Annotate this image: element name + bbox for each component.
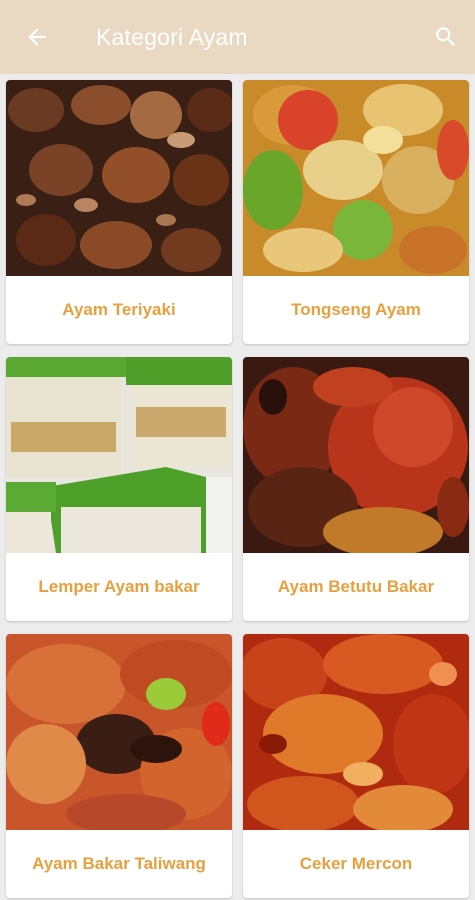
search-button[interactable] <box>409 0 475 74</box>
recipe-grid: Ayam Teriyaki Tongseng Ayam Lemper Ayam … <box>6 80 469 898</box>
recipe-image <box>6 634 232 830</box>
recipe-card[interactable]: Lemper Ayam bakar <box>6 357 232 621</box>
recipe-card[interactable]: Ayam Teriyaki <box>6 80 232 344</box>
recipe-image <box>6 357 232 553</box>
recipe-title: Ayam Betutu Bakar <box>277 577 435 596</box>
recipe-title: Ceker Mercon <box>299 854 413 873</box>
recipe-card[interactable]: Ceker Mercon <box>243 634 469 898</box>
recipe-card[interactable]: Ayam Betutu Bakar <box>243 357 469 621</box>
recipe-title: Tongseng Ayam <box>291 300 421 319</box>
recipe-image <box>243 357 469 553</box>
recipe-title: Ayam Bakar Taliwang <box>32 854 206 873</box>
recipe-image <box>6 80 232 276</box>
recipe-title: Ayam Teriyaki <box>62 300 176 319</box>
arrow-left-icon <box>28 28 46 46</box>
recipe-image <box>243 80 469 276</box>
recipe-image <box>243 634 469 830</box>
recipe-card[interactable]: Ayam Bakar Taliwang <box>6 634 232 898</box>
app-bar: Kategori Ayam <box>0 0 475 74</box>
page-title: Kategori Ayam <box>96 23 248 50</box>
search-icon <box>436 27 456 47</box>
back-button[interactable] <box>0 0 74 74</box>
recipe-title: Lemper Ayam bakar <box>38 577 200 596</box>
recipe-card[interactable]: Tongseng Ayam <box>243 80 469 344</box>
